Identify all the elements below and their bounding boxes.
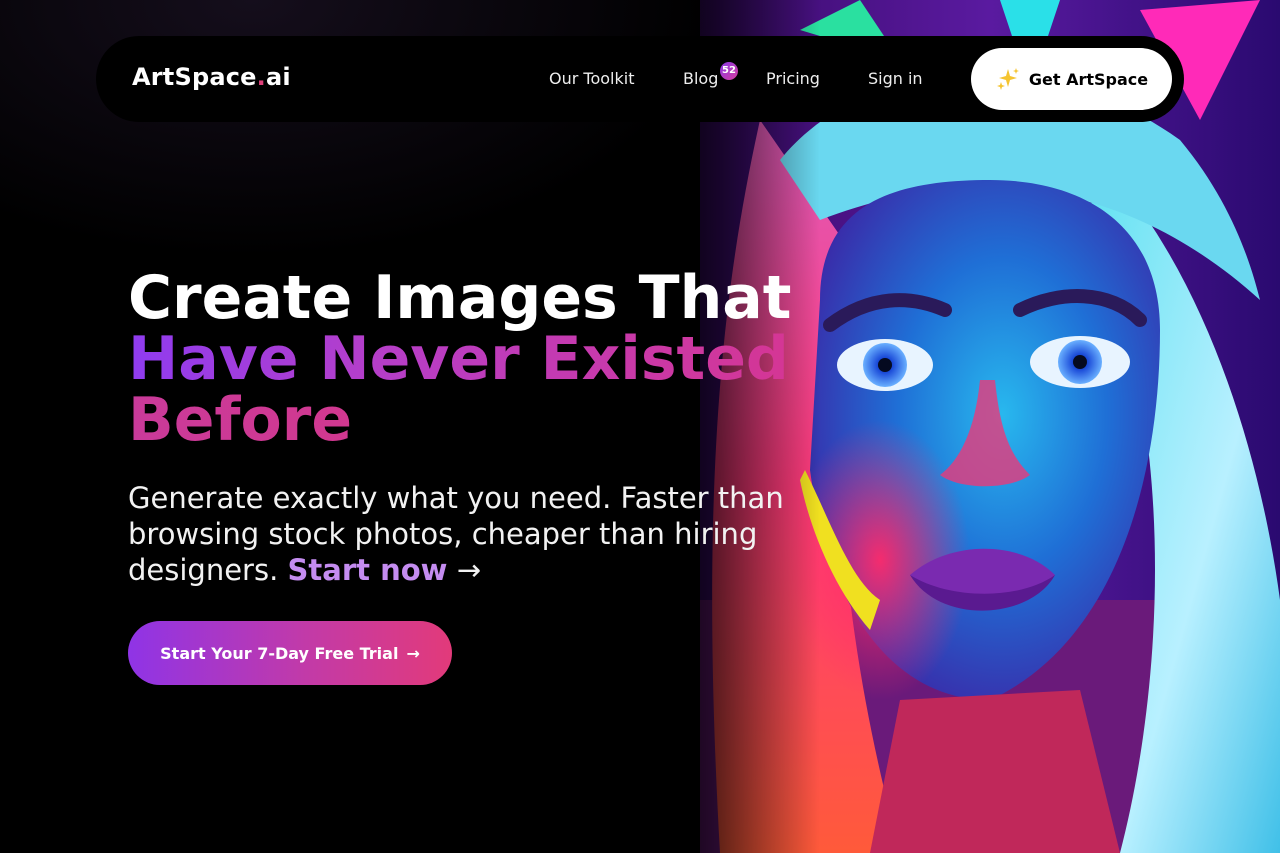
brand-suffix: ai	[265, 63, 291, 91]
nav-link-pricing[interactable]: Pricing	[766, 69, 820, 88]
headline-line-3: Before	[128, 390, 828, 451]
brand-logo[interactable]: ArtSpace.ai	[132, 63, 291, 91]
nav-link-toolkit[interactable]: Our Toolkit	[549, 69, 634, 88]
get-artspace-label: Get ArtSpace	[1028, 69, 1149, 89]
start-now-link[interactable]: Start now	[288, 553, 448, 587]
arrow-right-icon: →	[406, 643, 420, 663]
blog-count-badge: 52	[720, 62, 738, 80]
headline-line-2: Have Never Existed	[128, 329, 828, 390]
nav-link-blog[interactable]: Blog	[683, 69, 718, 88]
hero-headline: Create Images That Have Never Existed Be…	[128, 268, 828, 451]
brand-name: ArtSpace	[132, 63, 257, 91]
get-artspace-button[interactable]: Get ArtSpace	[971, 48, 1172, 110]
start-free-trial-button[interactable]: Start Your 7-Day Free Trial →	[128, 621, 452, 685]
arrow-right-icon: →	[456, 553, 481, 587]
sparkles-icon	[996, 68, 1019, 90]
nav-link-signin[interactable]: Sign in	[868, 69, 923, 88]
top-navbar: ArtSpace.ai Our Toolkit Blog 52 Pricing …	[96, 36, 1184, 122]
headline-line-1: Create Images That	[128, 263, 792, 333]
brand-dot: .	[256, 63, 266, 91]
start-free-trial-label: Start Your 7-Day Free Trial	[160, 643, 399, 663]
hero-subtext: Generate exactly what you need. Faster t…	[128, 480, 788, 588]
